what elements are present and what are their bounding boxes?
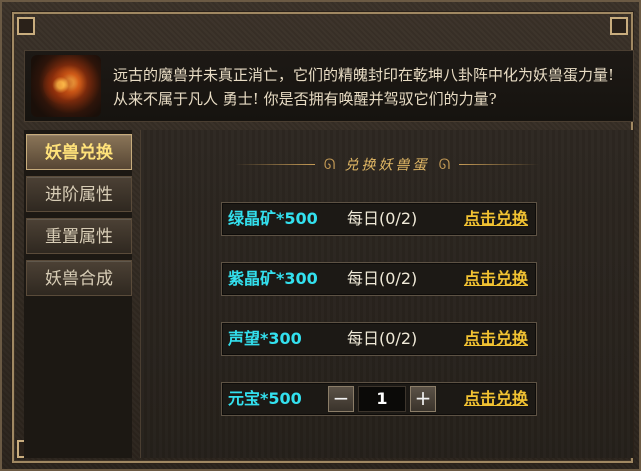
- intro-banner: 远古的魔兽并未真正消亡，它们的精魄封印在乾坤八卦阵中化为妖兽蛋力量! 从来不属于…: [24, 50, 634, 122]
- panel-title: 兑换妖兽蛋: [344, 157, 430, 174]
- exchange-row-ingot: 元宝*500 − 1 + 点击兑换: [221, 382, 537, 416]
- cost-item: 绿晶矿*500: [228, 209, 318, 228]
- exchange-window: 远古的魔兽并未真正消亡，它们的精魄封印在乾坤八卦阵中化为妖兽蛋力量! 从来不属于…: [0, 0, 641, 471]
- heading-divider: [234, 164, 315, 165]
- cost-item: 紫晶矿*300: [228, 269, 318, 288]
- increase-button[interactable]: +: [410, 386, 436, 412]
- tab-beast-exchange[interactable]: 妖兽兑换: [26, 134, 132, 170]
- corner-ornament: [17, 17, 35, 35]
- beast-portrait-icon: [31, 55, 101, 117]
- redeem-link[interactable]: 点击兑换: [464, 323, 528, 355]
- cost-item: 元宝*500: [228, 389, 302, 408]
- quantity-field[interactable]: 1: [358, 386, 406, 412]
- heading-divider: [459, 164, 540, 165]
- exchange-row-green-crystal: 绿晶矿*500 每日(0/2) 点击兑换: [221, 202, 537, 236]
- decrease-button[interactable]: −: [328, 386, 354, 412]
- cost-item: 声望*300: [228, 329, 302, 348]
- exchange-panel: ᘏ 兑换妖兽蛋 ᘏ 绿晶矿*500 每日(0/2) 点击兑换 紫晶矿*300 每…: [140, 130, 633, 458]
- tab-beast-synthesis[interactable]: 妖兽合成: [26, 260, 132, 296]
- sidebar: 妖兽兑换 进阶属性 重置属性 妖兽合成: [24, 130, 132, 458]
- redeem-link[interactable]: 点击兑换: [464, 383, 528, 415]
- daily-limit: 每日(0/2): [347, 329, 418, 348]
- tab-reset-attributes[interactable]: 重置属性: [26, 218, 132, 254]
- redeem-link[interactable]: 点击兑换: [464, 263, 528, 295]
- swirl-ornament-icon: ᘏ: [323, 156, 336, 173]
- swirl-ornament-icon: ᘏ: [438, 156, 451, 173]
- intro-text: 远古的魔兽并未真正消亡，它们的精魄封印在乾坤八卦阵中化为妖兽蛋力量! 从来不属于…: [113, 66, 615, 108]
- redeem-link[interactable]: 点击兑换: [464, 203, 528, 235]
- daily-limit: 每日(0/2): [347, 269, 418, 288]
- panel-heading: ᘏ 兑换妖兽蛋 ᘏ: [141, 154, 633, 175]
- corner-ornament: [610, 17, 628, 35]
- daily-limit: 每日(0/2): [347, 209, 418, 228]
- exchange-row-prestige: 声望*300 每日(0/2) 点击兑换: [221, 322, 537, 356]
- tab-advanced-attributes[interactable]: 进阶属性: [26, 176, 132, 212]
- exchange-row-purple-crystal: 紫晶矿*300 每日(0/2) 点击兑换: [221, 262, 537, 296]
